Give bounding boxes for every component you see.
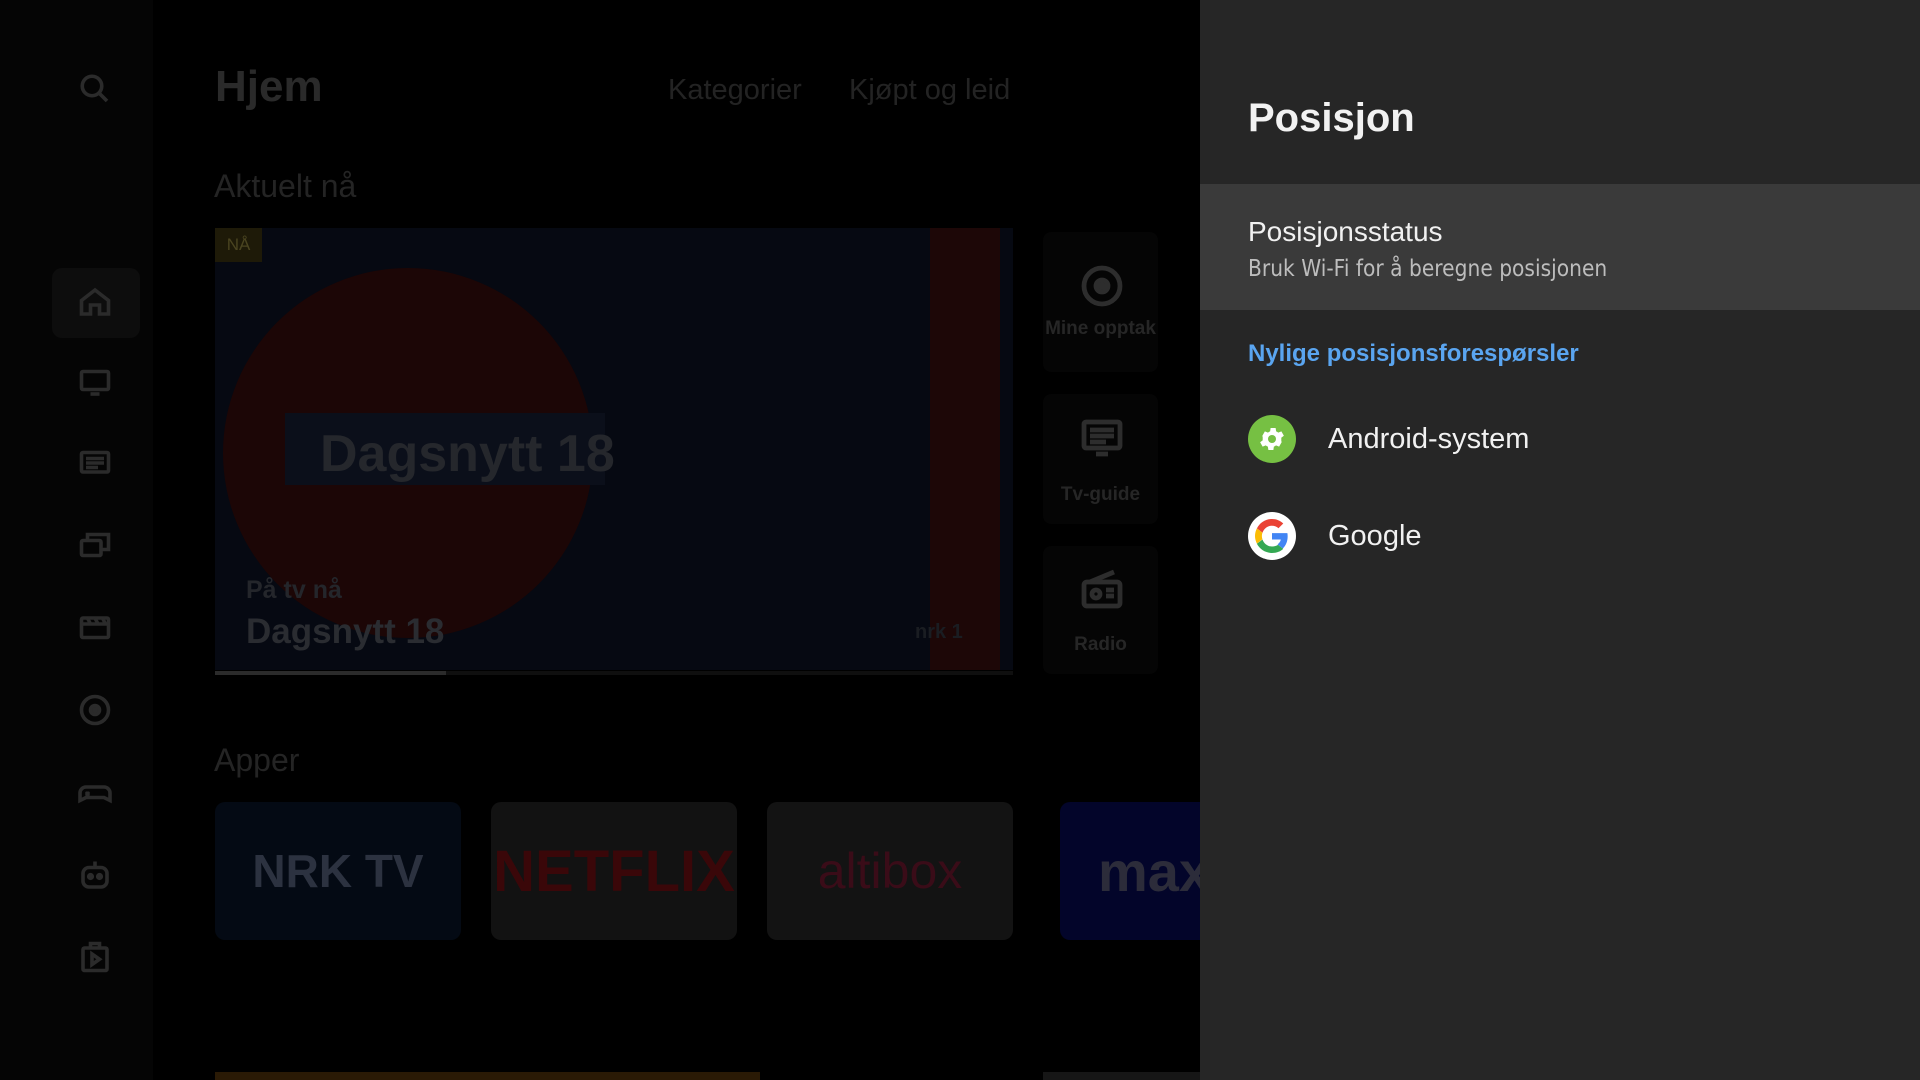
tab-kategorier[interactable]: Kategorier (668, 74, 802, 107)
app-card-max[interactable]: max (1060, 802, 1200, 940)
hero-overlay-title: Dagsnytt 18 (320, 425, 615, 483)
tile-label: Tv-guide (1060, 484, 1141, 505)
location-status-title: Posisjonsstatus (1248, 216, 1443, 247)
hero-subtitle: På tv nå (246, 576, 342, 604)
home-screen-background: Hjem Kategorier Kjøpt og leid Aktuelt nå… (0, 0, 1200, 1080)
next-row-preview (1043, 1072, 1200, 1080)
app-name: Android-system (1328, 423, 1530, 455)
guide-icon[interactable] (76, 444, 114, 482)
recordings-icon[interactable] (76, 691, 114, 729)
app-card-nrk-tv[interactable]: NRK TV (215, 802, 461, 940)
page-title: Hjem (215, 62, 323, 111)
next-row-preview (215, 1072, 760, 1080)
hero-title: Dagsnytt 18 (246, 612, 445, 651)
tile-label: Radio (1074, 634, 1127, 655)
movies-icon[interactable] (76, 608, 114, 646)
app-row-google[interactable]: Google (1200, 494, 1920, 578)
tile-mine-opptak[interactable]: Mine opptak (1043, 232, 1158, 372)
tab-kjopt-og-leid[interactable]: Kjøpt og leid (849, 74, 1010, 107)
now-badge: NÅ (215, 228, 262, 262)
kids-icon[interactable] (76, 856, 114, 894)
android-settings-icon (1248, 415, 1296, 463)
home-icon[interactable] (76, 283, 114, 321)
tile-label: Mine opptak (1045, 318, 1156, 339)
app-row-android-system[interactable]: Android-system (1200, 397, 1920, 481)
channel-logo: nrk 1 (915, 621, 963, 643)
hero-progress-track (215, 671, 1013, 675)
app-name: Google (1328, 520, 1422, 552)
tile-tv-guide[interactable]: Tv-guide (1043, 394, 1158, 524)
tile-radio[interactable]: Radio (1043, 546, 1158, 674)
apps-icon[interactable] (76, 938, 114, 976)
library-icon[interactable] (76, 526, 114, 564)
tv-guide-icon (1081, 419, 1123, 457)
recent-location-requests-header: Nylige posisjonsforespørsler (1248, 340, 1579, 367)
app-card-netflix[interactable]: NETFLIX (491, 802, 737, 940)
section-title-now: Aktuelt nå (214, 168, 357, 204)
app-card-altibox[interactable]: altibox (767, 802, 1013, 940)
google-icon (1248, 512, 1296, 560)
panel-title: Posisjon (1248, 96, 1415, 140)
location-status-item[interactable]: Posisjonsstatus Bruk Wi-Fi for å beregne… (1200, 184, 1920, 310)
tv-icon[interactable] (76, 363, 114, 401)
record-icon (1081, 265, 1123, 307)
location-status-subtitle: Bruk Wi-Fi for å beregne posisjonen (1248, 256, 1608, 282)
location-settings-panel: Posisjon Posisjonsstatus Bruk Wi-Fi for … (1200, 0, 1920, 1080)
hero-artwork-strip (930, 228, 1000, 670)
section-title-apps: Apper (214, 742, 300, 778)
hero-card[interactable]: Dagsnytt 18 NÅ På tv nå Dagsnytt 18 nrk … (215, 228, 1013, 670)
radio-icon (1081, 569, 1123, 609)
search-icon[interactable] (76, 70, 114, 108)
games-icon[interactable] (76, 774, 114, 812)
hero-progress-fill (215, 671, 447, 675)
